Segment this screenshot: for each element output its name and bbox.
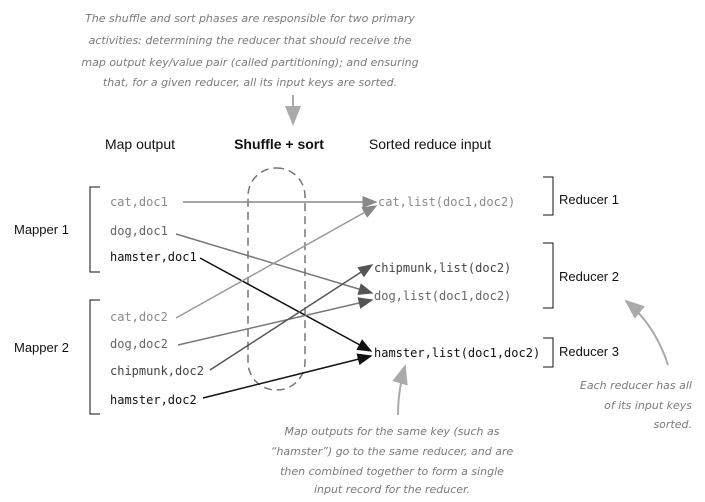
map-item: cat,doc1 — [110, 195, 168, 209]
right-note-line: of its input keys — [604, 399, 692, 412]
reduce-item: chipmunk,list(doc2) — [374, 261, 511, 275]
bottom-note-line: input record for the reducer. — [314, 483, 470, 496]
top-annotation: The shuffle and sort phases are responsi… — [81, 12, 419, 126]
bottom-note-line: Map outputs for the same key (such as — [285, 425, 500, 438]
reducer-1-label: Reducer 1 — [559, 192, 619, 207]
map-item: dog,doc2 — [110, 337, 168, 351]
mapper-2-label: Mapper 2 — [14, 340, 69, 355]
reducer-2-label: Reducer 2 — [559, 269, 619, 284]
reduce-input-list: cat,list(doc1,doc2) chipmunk,list(doc2) … — [374, 195, 540, 360]
top-note-line: that, for a given reducer, all its input… — [103, 76, 397, 89]
top-note-line: activities: determining the reducer that… — [89, 34, 412, 47]
mapper-2-bracket — [89, 299, 100, 415]
map-item: chipmunk,doc2 — [110, 364, 204, 378]
header-map-output: Map output — [105, 136, 175, 152]
shuffle-arrows — [175, 196, 378, 399]
right-note-line: sorted. — [653, 418, 692, 431]
top-note-line: The shuffle and sort phases are responsi… — [85, 12, 415, 25]
arrow-chipmunk-doc2 — [209, 264, 374, 371]
reducer-1-bracket — [543, 176, 554, 216]
map-item: hamster,doc2 — [110, 393, 197, 407]
right-annotation: Each reducer has all of its input keys s… — [580, 299, 692, 431]
map-output-list: cat,doc1 dog,doc1 hamster,doc1 cat,doc2 … — [110, 195, 204, 407]
map-item: dog,doc1 — [110, 224, 168, 238]
bottom-note-arrow — [392, 364, 408, 416]
reduce-item: hamster,list(doc1,doc2) — [374, 346, 540, 360]
map-item: cat,doc2 — [110, 310, 168, 324]
bottom-note-line: then combined together to form a single — [280, 465, 504, 478]
reduce-item: dog,list(doc1,doc2) — [374, 289, 511, 303]
arrow-hamster-doc1 — [199, 257, 373, 352]
arrow-hamster-doc2 — [202, 353, 373, 399]
bottom-note-line: “hamster”) go to the same reducer, and a… — [271, 445, 514, 458]
reducer-3-label: Reducer 3 — [559, 344, 619, 359]
diagram-canvas: The shuffle and sort phases are responsi… — [14, 12, 692, 496]
reducer-3-bracket — [543, 337, 554, 368]
shuffle-sort-diagram: The shuffle and sort phases are responsi… — [0, 0, 705, 502]
header-sorted-reduce-input: Sorted reduce input — [369, 136, 491, 152]
right-note-line: Each reducer has all — [580, 379, 692, 392]
header-shuffle-sort: Shuffle + sort — [234, 136, 324, 152]
top-note-line: map output key/value pair (called partit… — [81, 56, 418, 69]
reduce-item: cat,list(doc1,doc2) — [378, 195, 515, 209]
bottom-annotation: Map outputs for the same key (such as “h… — [271, 364, 514, 496]
reducer-2-bracket — [543, 242, 554, 309]
right-note-arrow — [624, 299, 669, 366]
mapper-1-bracket — [89, 186, 100, 273]
map-item: hamster,doc1 — [110, 250, 197, 264]
arrow-dog-doc2 — [177, 297, 374, 346]
mapper-1-label: Mapper 1 — [14, 222, 69, 237]
